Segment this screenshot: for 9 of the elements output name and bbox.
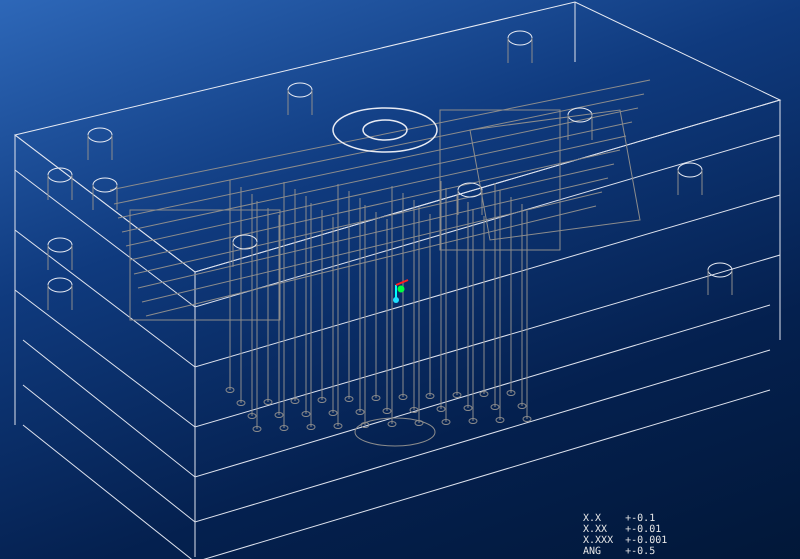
tolerance-format: ANG: [583, 546, 602, 557]
tolerance-value: +-0.1: [625, 513, 656, 524]
tolerance-value: +-0.5: [625, 546, 656, 557]
tolerance-value: +-0.01: [625, 524, 662, 535]
axis-triad-icon: [393, 279, 408, 303]
tolerance-format: X.X: [583, 513, 602, 524]
tolerance-value: +-0.001: [625, 535, 668, 546]
tolerance-format: X.XXX: [583, 535, 614, 546]
tolerance-format: X.XX: [583, 524, 608, 535]
